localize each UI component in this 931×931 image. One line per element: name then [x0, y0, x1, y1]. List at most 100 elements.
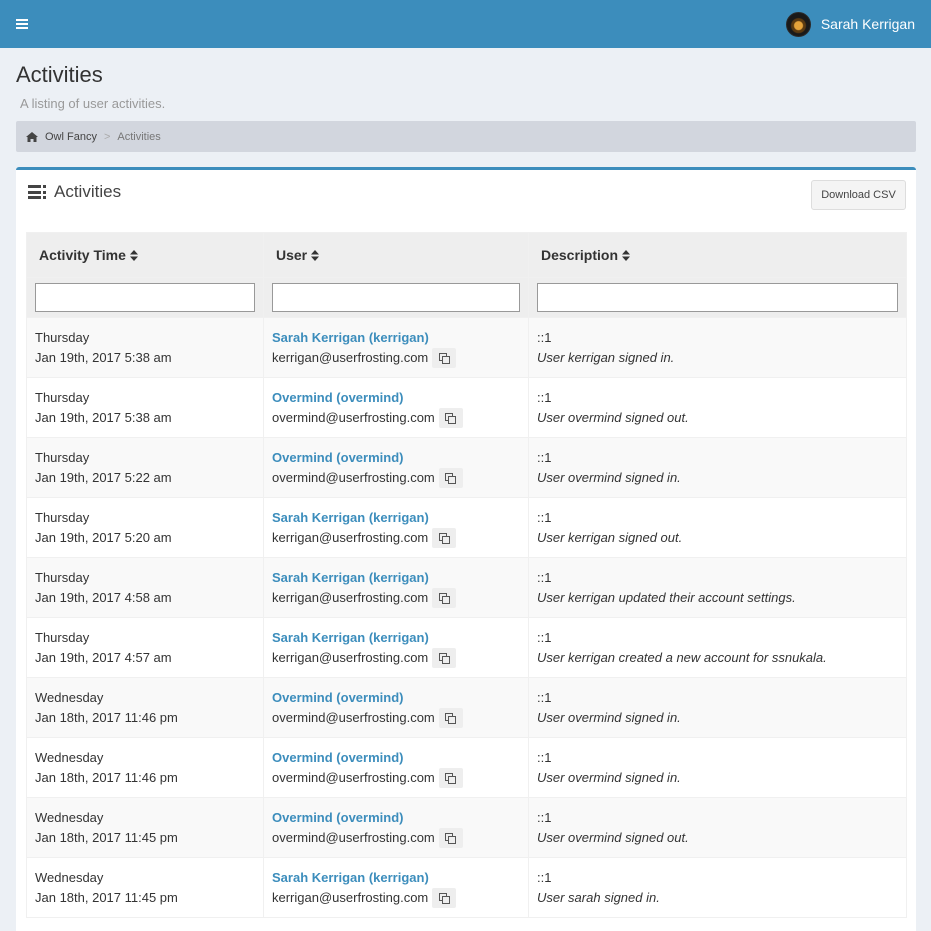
activity-description: User sarah signed in. — [537, 890, 660, 905]
description-cell: ::1 User overmind signed out. — [528, 377, 907, 438]
activity-description: User overmind signed out. — [537, 410, 689, 425]
table-row: Thursday Jan 19th, 2017 5:20 am Sarah Ke… — [26, 497, 907, 558]
activity-description: User overmind signed in. — [537, 710, 681, 725]
activity-time-cell: Wednesday Jan 18th, 2017 11:46 pm — [26, 737, 264, 798]
copy-email-button[interactable] — [438, 408, 463, 428]
user-cell: Overmind (overmind) overmind@userfrostin… — [263, 677, 529, 738]
activity-description: User kerrigan signed out. — [537, 530, 683, 545]
table-row: Thursday Jan 19th, 2017 4:57 am Sarah Ke… — [26, 617, 907, 678]
description-cell: ::1 User kerrigan signed out. — [528, 497, 907, 558]
copy-email-button[interactable] — [438, 828, 463, 848]
column-header-activity-time[interactable]: Activity Time — [26, 232, 264, 278]
user-link[interactable]: Sarah Kerrigan (kerrigan) — [272, 568, 520, 588]
activity-date: Jan 19th, 2017 5:38 am — [35, 350, 172, 365]
description-cell: ::1 User sarah signed in. — [528, 857, 907, 918]
breadcrumb-home-link[interactable]: Owl Fancy — [45, 131, 97, 143]
copy-icon — [445, 472, 457, 484]
activity-day: Thursday — [35, 330, 90, 345]
email-line: kerrigan@userfrosting.com — [272, 888, 520, 908]
user-link[interactable]: Overmind (overmind) — [272, 448, 520, 468]
table-row: Wednesday Jan 18th, 2017 11:46 pm Overmi… — [26, 737, 907, 798]
ip-address: ::1 — [537, 450, 552, 465]
description-cell: ::1 User overmind signed in. — [528, 737, 907, 798]
copy-icon — [438, 592, 450, 604]
activities-table: Activity Time User Description Thursday Ja… — [26, 232, 907, 918]
table-row: Thursday Jan 19th, 2017 5:38 am Overmind… — [26, 377, 907, 438]
description-cell: ::1 User kerrigan created a new account … — [528, 617, 907, 678]
table-row: Wednesday Jan 18th, 2017 11:45 pm Sarah … — [26, 857, 907, 918]
user-cell: Overmind (overmind) overmind@userfrostin… — [263, 377, 529, 438]
activity-day: Thursday — [35, 450, 90, 465]
copy-email-button[interactable] — [432, 588, 457, 608]
activity-description: User overmind signed in. — [537, 770, 681, 785]
user-avatar — [785, 11, 811, 37]
column-header-label: Activity Time — [39, 247, 126, 263]
user-email: overmind@userfrosting.com — [272, 470, 435, 485]
copy-email-button[interactable] — [438, 708, 463, 728]
email-line: overmind@userfrosting.com — [272, 408, 520, 428]
activity-date: Jan 19th, 2017 5:22 am — [35, 470, 172, 485]
user-link[interactable]: Sarah Kerrigan (kerrigan) — [272, 328, 520, 348]
user-cell: Sarah Kerrigan (kerrigan) kerrigan@userf… — [263, 557, 529, 618]
activity-time-cell: Thursday Jan 19th, 2017 5:38 am — [26, 377, 264, 438]
filter-input-description[interactable] — [537, 283, 898, 312]
table-row: Thursday Jan 19th, 2017 5:22 am Overmind… — [26, 437, 907, 498]
user-cell: Sarah Kerrigan (kerrigan) kerrigan@userf… — [263, 857, 529, 918]
copy-icon — [445, 772, 457, 784]
user-cell: Overmind (overmind) overmind@userfrostin… — [263, 797, 529, 858]
activity-day: Thursday — [35, 390, 90, 405]
filter-cell — [528, 277, 907, 318]
user-email: kerrigan@userfrosting.com — [272, 350, 429, 365]
copy-icon — [438, 532, 450, 544]
email-line: overmind@userfrosting.com — [272, 828, 520, 848]
copy-icon — [445, 712, 457, 724]
column-header-user[interactable]: User — [263, 232, 529, 278]
activity-date: Jan 18th, 2017 11:45 pm — [35, 890, 178, 905]
column-header-label: Description — [541, 247, 619, 263]
user-link[interactable]: Sarah Kerrigan (kerrigan) — [272, 508, 520, 528]
user-link[interactable]: Sarah Kerrigan (kerrigan) — [272, 628, 520, 648]
user-cell: Sarah Kerrigan (kerrigan) kerrigan@userf… — [263, 497, 529, 558]
activity-date: Jan 19th, 2017 4:57 am — [35, 650, 172, 665]
user-link[interactable]: Overmind (overmind) — [272, 688, 520, 708]
copy-icon — [438, 652, 450, 664]
copy-email-button[interactable] — [432, 648, 457, 668]
copy-icon — [445, 412, 457, 424]
bars-icon[interactable] — [16, 19, 28, 29]
email-line: kerrigan@userfrosting.com — [272, 588, 520, 608]
activity-description: User overmind signed in. — [537, 470, 681, 485]
user-link[interactable]: Sarah Kerrigan (kerrigan) — [272, 868, 520, 888]
user-cell: Overmind (overmind) overmind@userfrostin… — [263, 437, 529, 498]
email-line: kerrigan@userfrosting.com — [272, 528, 520, 548]
copy-email-button[interactable] — [438, 468, 463, 488]
filter-input-user[interactable] — [272, 283, 520, 312]
download-csv-button[interactable]: Download CSV — [811, 180, 906, 210]
description-cell: ::1 User overmind signed in. — [528, 437, 907, 498]
filter-input-activity-time[interactable] — [35, 283, 255, 312]
activity-time-cell: Wednesday Jan 18th, 2017 11:45 pm — [26, 797, 264, 858]
ip-address: ::1 — [537, 690, 552, 705]
email-line: kerrigan@userfrosting.com — [272, 648, 520, 668]
copy-email-button[interactable] — [432, 888, 457, 908]
user-cell: Overmind (overmind) overmind@userfrostin… — [263, 737, 529, 798]
user-email: overmind@userfrosting.com — [272, 770, 435, 785]
ip-address: ::1 — [537, 870, 552, 885]
activity-date: Jan 18th, 2017 11:46 pm — [35, 710, 178, 725]
user-link[interactable]: Overmind (overmind) — [272, 388, 520, 408]
column-header-label: User — [276, 247, 308, 263]
copy-email-button[interactable] — [432, 528, 457, 548]
copy-email-button[interactable] — [438, 768, 463, 788]
user-cell: Sarah Kerrigan (kerrigan) kerrigan@userf… — [263, 617, 529, 678]
home-icon — [26, 131, 38, 142]
description-cell: ::1 User kerrigan updated their account … — [528, 557, 907, 618]
user-link[interactable]: Overmind (overmind) — [272, 808, 520, 828]
ip-address: ::1 — [537, 570, 552, 585]
copy-email-button[interactable] — [432, 348, 457, 368]
user-link[interactable]: Overmind (overmind) — [272, 748, 520, 768]
content-header: Activities A listing of user activities. — [16, 62, 165, 111]
activity-day: Wednesday — [35, 690, 104, 705]
activity-description: User kerrigan updated their account sett… — [537, 590, 796, 605]
column-header-description[interactable]: Description — [528, 232, 907, 278]
user-menu[interactable]: Sarah Kerrigan — [785, 11, 915, 37]
sort-icon — [129, 250, 138, 261]
